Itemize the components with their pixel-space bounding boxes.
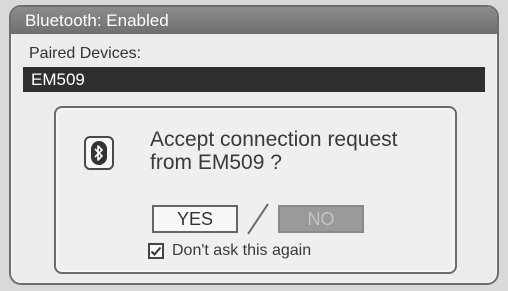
connection-request-dialog: Accept connection request from EM509 ? Y…	[54, 106, 457, 274]
device-list-item-selected[interactable]: EM509	[23, 67, 485, 92]
dialog-message-line2: from EM509 ?	[150, 151, 282, 174]
checkmark-icon	[150, 246, 162, 256]
panel-title: Bluetooth: Enabled	[11, 7, 497, 34]
yes-button[interactable]: YES	[152, 205, 238, 233]
separator-slash	[247, 203, 269, 235]
bluetooth-icon	[84, 136, 114, 170]
dont-ask-again-option[interactable]: Don't ask this again	[148, 242, 311, 260]
dialog-message-line1: Accept connection request	[150, 128, 398, 151]
dialog-message: Accept connection request from EM509 ?	[150, 128, 450, 174]
no-button[interactable]: NO	[278, 205, 364, 233]
dont-ask-again-label: Don't ask this again	[172, 242, 312, 259]
dont-ask-again-checkbox[interactable]	[148, 243, 164, 259]
bluetooth-panel: Bluetooth: Enabled Paired Devices: EM509…	[9, 5, 499, 285]
paired-devices-label: Paired Devices:	[29, 45, 142, 62]
